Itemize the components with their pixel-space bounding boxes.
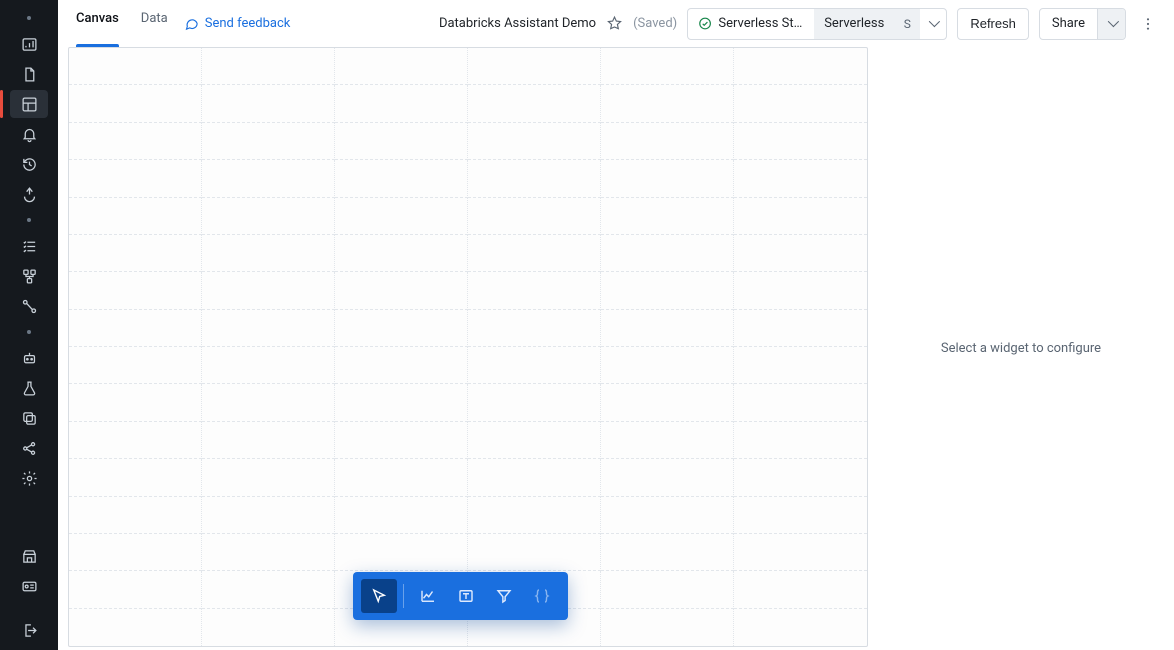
editor-tabs: Canvas Data <box>76 0 168 47</box>
chart-bar-icon <box>21 36 38 53</box>
nav-pipeline[interactable] <box>10 292 48 320</box>
share-split-button: Share <box>1039 8 1126 40</box>
cursor-icon <box>370 587 388 605</box>
canvas-container <box>58 47 868 650</box>
code-tool-button[interactable] <box>524 579 560 613</box>
nav-robot[interactable] <box>10 344 48 372</box>
nav-history[interactable] <box>10 150 48 178</box>
checklist-icon <box>21 238 38 255</box>
share-caret[interactable] <box>1097 9 1125 39</box>
history-icon <box>21 156 38 173</box>
nav-logout[interactable] <box>10 616 48 644</box>
page-title: Databricks Assistant Demo <box>439 16 596 31</box>
refresh-button[interactable]: Refresh <box>957 8 1029 40</box>
stack-icon <box>21 410 38 427</box>
kebab-icon <box>1140 16 1156 32</box>
store-icon <box>21 548 38 565</box>
nav-share-nodes[interactable] <box>10 434 48 462</box>
gear-icon <box>21 470 38 487</box>
nav-chart-bar[interactable] <box>10 30 48 58</box>
nav-stack[interactable] <box>10 404 48 432</box>
chat-icon <box>184 16 199 31</box>
robot-icon <box>21 350 38 367</box>
config-panel-empty-text: Select a widget to configure <box>941 341 1101 356</box>
ingest-icon <box>21 186 38 203</box>
share-nodes-icon <box>21 440 38 457</box>
send-feedback-link[interactable]: Send feedback <box>184 16 291 31</box>
pipeline-icon <box>21 298 38 315</box>
main-area: Canvas Data Send feedback Databricks Ass… <box>58 0 1174 650</box>
tab-canvas[interactable]: Canvas <box>76 0 119 47</box>
line-chart-icon <box>419 587 437 605</box>
schema-icon <box>21 268 38 285</box>
saved-status: (Saved) <box>633 16 677 31</box>
chevron-down-icon <box>929 16 937 31</box>
nav-store[interactable] <box>10 542 48 570</box>
check-circle-icon <box>698 16 712 31</box>
nav-gear[interactable] <box>10 464 48 492</box>
share-button[interactable]: Share <box>1040 9 1097 39</box>
nav-separator <box>27 8 31 28</box>
chevron-down-icon <box>1108 16 1116 31</box>
nav-ingest[interactable] <box>10 180 48 208</box>
compute-selector[interactable]: Serverless Sta… Serverless S <box>687 8 947 40</box>
nav-card[interactable] <box>10 572 48 600</box>
logout-icon <box>21 622 38 639</box>
text-box-icon <box>457 587 475 605</box>
toolbar-separator <box>403 584 404 608</box>
compute-name: Serverless <box>814 9 894 39</box>
more-menu-button[interactable] <box>1136 8 1160 40</box>
nav-sheet[interactable] <box>10 60 48 88</box>
canvas-grid <box>69 48 867 646</box>
nav-schema[interactable] <box>10 262 48 290</box>
star-icon <box>606 15 623 32</box>
flask-icon <box>21 380 38 397</box>
nav-separator <box>27 210 31 230</box>
favorite-button[interactable] <box>606 15 623 32</box>
nav-checklist[interactable] <box>10 232 48 260</box>
send-feedback-label: Send feedback <box>205 16 291 31</box>
cursor-tool-button[interactable] <box>361 579 397 613</box>
canvas-toolbar <box>353 572 568 620</box>
card-icon <box>21 578 38 595</box>
dashboard-canvas[interactable] <box>68 47 868 647</box>
compute-status: Serverless Sta… <box>688 9 814 39</box>
sheet-icon <box>21 66 38 83</box>
nav-separator <box>27 322 31 342</box>
tab-data[interactable]: Data <box>141 0 168 47</box>
filter-tool-button[interactable] <box>486 579 522 613</box>
nav-flask[interactable] <box>10 374 48 402</box>
top-bar: Canvas Data Send feedback Databricks Ass… <box>58 0 1174 47</box>
left-nav <box>0 0 58 650</box>
compute-status-label: Serverless Sta… <box>718 16 804 31</box>
content-row: Select a widget to configure <box>58 47 1174 650</box>
bell-icon <box>21 126 38 143</box>
compute-avatar: S <box>894 9 920 39</box>
filter-icon <box>495 587 513 605</box>
chart-tool-button[interactable] <box>410 579 446 613</box>
braces-icon <box>533 587 551 605</box>
compute-caret[interactable] <box>920 9 946 39</box>
text-tool-button[interactable] <box>448 579 484 613</box>
nav-dashboard[interactable] <box>10 90 48 118</box>
dashboard-icon <box>21 96 38 113</box>
nav-bell[interactable] <box>10 120 48 148</box>
config-panel: Select a widget to configure <box>868 47 1174 650</box>
